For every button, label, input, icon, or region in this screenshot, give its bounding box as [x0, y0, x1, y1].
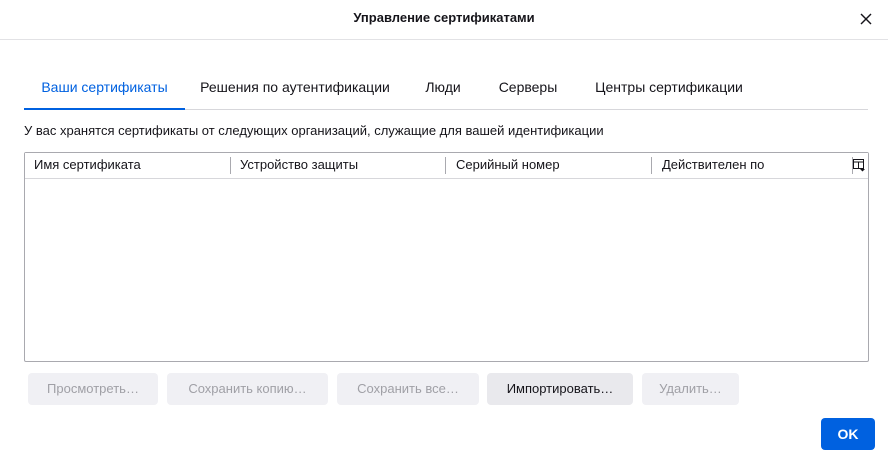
dialog-title: Управление сертификатами: [353, 10, 535, 25]
column-header-serial-number[interactable]: Серийный номер: [447, 153, 651, 178]
certificates-table[interactable]: Имя сертификата Устройство защиты Серийн…: [24, 152, 869, 362]
close-icon: [860, 13, 872, 25]
dialog-titlebar: Управление сертификатами: [0, 0, 888, 40]
view-button[interactable]: Просмотреть…: [28, 373, 158, 405]
table-body[interactable]: [25, 179, 868, 361]
tab-authorities[interactable]: Центры сертификации: [588, 68, 750, 108]
tab-authentication-decisions[interactable]: Решения по аутентификации: [196, 68, 394, 108]
tab-strip: Ваши сертификаты Решения по аутентификац…: [24, 68, 868, 110]
tab-servers[interactable]: Серверы: [490, 68, 566, 108]
tab-your-certificates[interactable]: Ваши сертификаты: [24, 68, 185, 110]
table-header: Имя сертификата Устройство защиты Серийн…: [25, 153, 868, 179]
delete-button[interactable]: Удалить…: [642, 373, 739, 405]
tab-people[interactable]: Люди: [416, 68, 470, 108]
backup-button[interactable]: Сохранить копию…: [167, 373, 328, 405]
import-button[interactable]: Импортировать…: [487, 373, 633, 405]
column-picker-button[interactable]: [852, 158, 866, 172]
certificates-description: У вас хранятся сертификаты от следующих …: [24, 123, 604, 138]
close-button[interactable]: [856, 9, 876, 29]
column-header-cert-name[interactable]: Имя сертификата: [25, 153, 230, 178]
column-header-security-device[interactable]: Устройство защиты: [231, 153, 445, 178]
column-header-expires-on[interactable]: Действителен по: [653, 153, 849, 178]
column-divider[interactable]: [445, 157, 446, 174]
column-picker-icon: [853, 159, 865, 172]
ok-button[interactable]: OK: [821, 418, 875, 450]
backup-all-button[interactable]: Сохранить все…: [337, 373, 479, 405]
column-divider[interactable]: [651, 157, 652, 174]
